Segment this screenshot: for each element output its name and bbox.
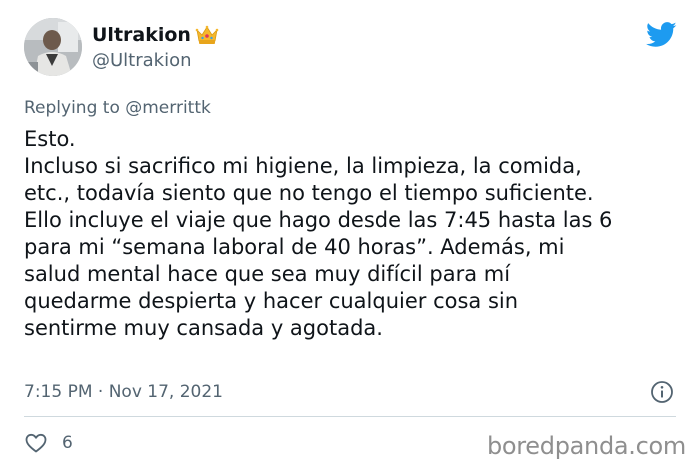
crown-icon: [195, 24, 219, 46]
reply-context: Replying to @merrittk: [24, 96, 211, 120]
info-icon[interactable]: [650, 380, 674, 404]
reply-prefix: Replying to: [24, 98, 120, 118]
heart-icon[interactable]: [24, 431, 48, 455]
tweet-line: Incluso si sacrifico mi higiene, la limp…: [24, 154, 582, 178]
tweet-text: Esto. Incluso si sacrifico mi higiene, l…: [24, 126, 684, 342]
tweet-line: salud mental hace que sea muy difícil pa…: [24, 262, 511, 286]
tweet-line: etc., todavía siento que no tengo el tie…: [24, 181, 594, 205]
divider: [24, 416, 676, 417]
tweet-line: Esto.: [24, 127, 76, 151]
tweet-timestamp[interactable]: 7:15 PM · Nov 17, 2021: [24, 380, 223, 404]
reply-to-link[interactable]: @merrittk: [125, 98, 211, 118]
author-display-name[interactable]: Ultrakion: [92, 22, 191, 48]
author-handle[interactable]: @Ultrakion: [92, 49, 192, 73]
tweet-line: Ello incluye el viaje que hago desde las…: [24, 208, 613, 232]
profile-photo: [24, 18, 82, 76]
avatar[interactable]: [24, 18, 82, 76]
tweet-line: sentirme muy cansada y agotada.: [24, 316, 383, 340]
tweet-line: para mi “semana laboral de 40 horas”. Ad…: [24, 235, 565, 259]
like-count: 6: [62, 433, 73, 453]
tweet-line: quedarme despierta y hacer cualquier cos…: [24, 289, 519, 313]
watermark: boredpanda.com: [486, 432, 686, 460]
twitter-bird-icon[interactable]: [646, 22, 677, 48]
